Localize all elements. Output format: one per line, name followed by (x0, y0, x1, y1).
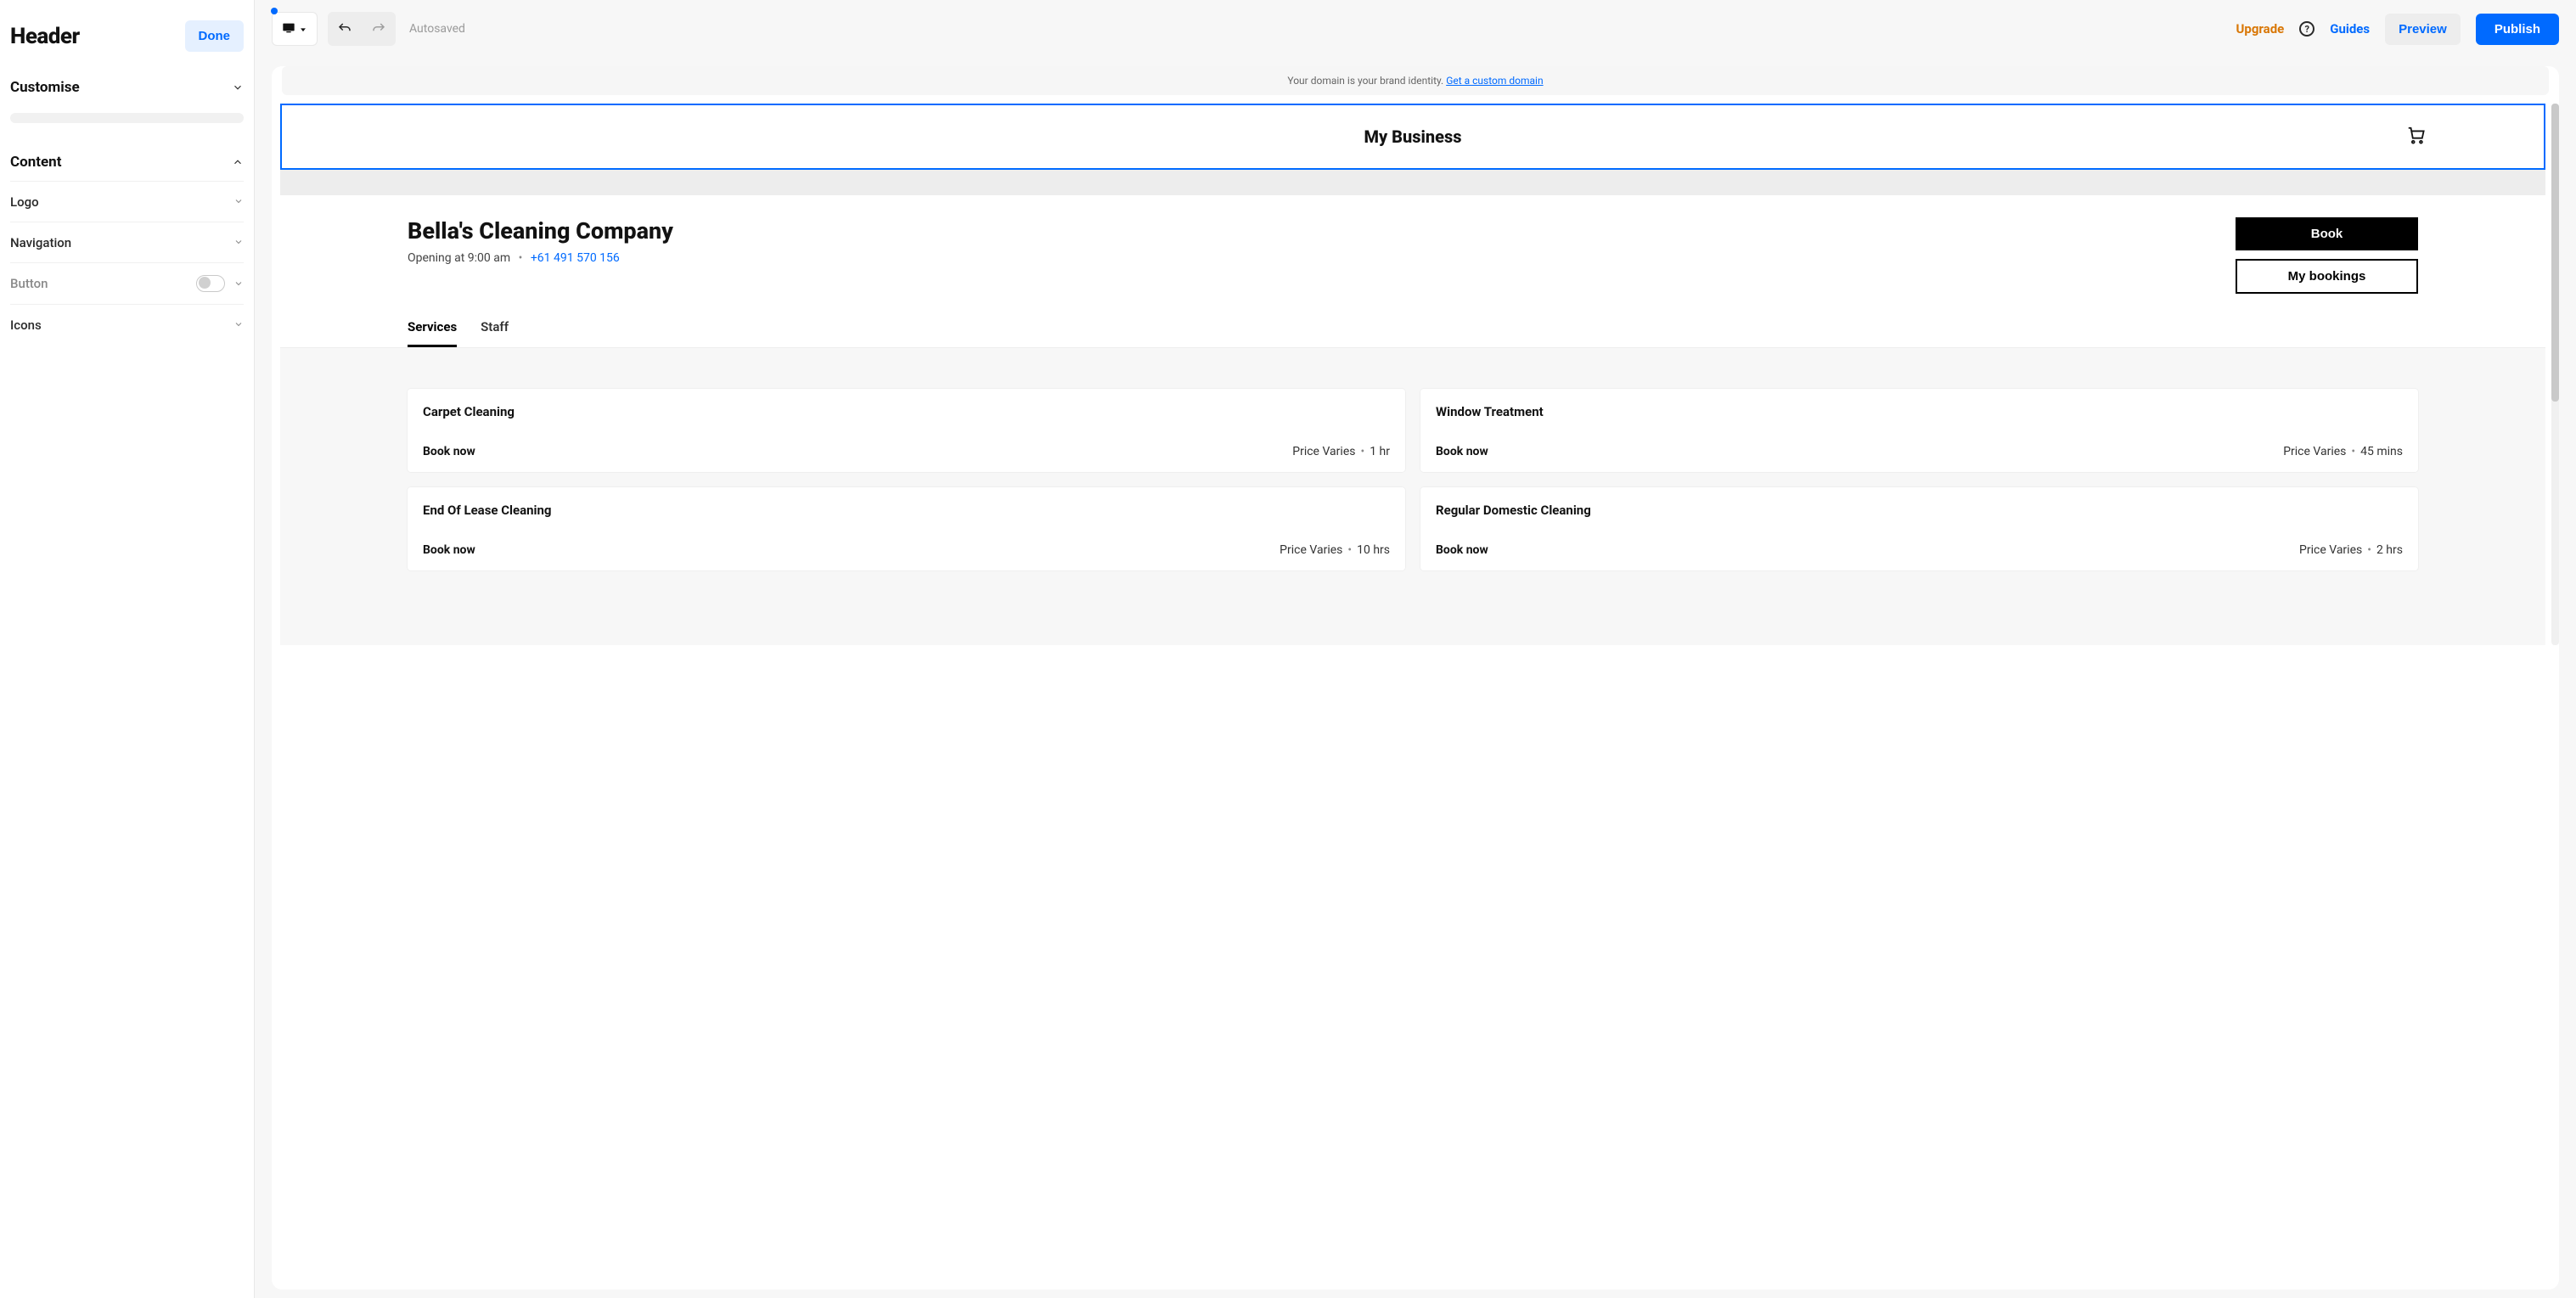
service-card[interactable]: Carpet Cleaning Book now Price Varies•1 … (408, 389, 1405, 472)
redo-button[interactable] (362, 12, 396, 46)
caret-down-icon (299, 21, 307, 37)
book-now-link[interactable]: Book now (423, 543, 475, 557)
separator-dot: • (519, 251, 523, 265)
business-name: Bella's Cleaning Company (408, 217, 673, 244)
content-row-icons[interactable]: Icons (10, 305, 244, 345)
banner-link[interactable]: Get a custom domain (1446, 75, 1543, 87)
service-card[interactable]: Window Treatment Book now Price Varies•4… (1420, 389, 2418, 472)
book-now-link[interactable]: Book now (1436, 543, 1488, 557)
service-duration: 1 hr (1370, 445, 1390, 458)
site-header-selected[interactable]: My Business (280, 104, 2545, 170)
business-phone[interactable]: +61 491 570 156 (531, 251, 620, 265)
publish-button[interactable]: Publish (2476, 14, 2559, 45)
opening-time: Opening at 9:00 am (408, 251, 510, 265)
button-toggle[interactable] (196, 275, 225, 292)
guides-link[interactable]: Guides (2330, 21, 2370, 37)
topbar: Autosaved Upgrade ? Guides Preview Publi… (255, 0, 2576, 58)
content-row-logo[interactable]: Logo (10, 182, 244, 222)
service-price: Price Varies (2299, 543, 2362, 557)
tab-services[interactable]: Services (408, 319, 457, 347)
autosaved-label: Autosaved (409, 22, 465, 36)
cart-icon[interactable] (2406, 126, 2425, 148)
service-duration: 10 hrs (1357, 543, 1390, 557)
customise-section-toggle[interactable]: Customise (10, 69, 244, 106)
done-button[interactable]: Done (185, 20, 245, 52)
service-title: Window Treatment (1436, 404, 2403, 419)
placeholder-bar (10, 113, 244, 123)
chevron-down-icon (232, 81, 244, 93)
row-label: Logo (10, 194, 39, 210)
row-label: Navigation (10, 235, 71, 250)
service-title: Carpet Cleaning (423, 404, 1390, 419)
preview-scrollbar[interactable] (2551, 104, 2559, 645)
content-row-button[interactable]: Button (10, 263, 244, 305)
content-section-toggle[interactable]: Content (10, 143, 244, 181)
undo-button[interactable] (328, 12, 362, 46)
chevron-down-icon (233, 317, 244, 333)
gray-strip (280, 170, 2545, 195)
preview-button[interactable]: Preview (2385, 14, 2461, 45)
chevron-down-icon (233, 276, 244, 292)
book-now-link[interactable]: Book now (1436, 445, 1488, 458)
content-label: Content (10, 154, 61, 171)
service-price: Price Varies (1280, 543, 1342, 557)
my-bookings-button[interactable]: My bookings (2236, 259, 2418, 294)
chevron-down-icon (233, 194, 244, 210)
service-duration: 2 hrs (2376, 543, 2403, 557)
customise-label: Customise (10, 79, 80, 96)
content-row-navigation[interactable]: Navigation (10, 222, 244, 263)
preview-canvas: Your domain is your brand identity. Get … (272, 66, 2559, 1290)
service-card[interactable]: Regular Domestic Cleaning Book now Price… (1420, 487, 2418, 570)
tab-staff[interactable]: Staff (481, 319, 509, 347)
banner-text: Your domain is your brand identity. (1287, 75, 1446, 87)
domain-banner: Your domain is your brand identity. Get … (282, 66, 2549, 95)
chevron-down-icon (233, 234, 244, 250)
sidebar-title: Header (10, 24, 80, 49)
site-brand: My Business (1364, 126, 1461, 147)
help-icon[interactable]: ? (2299, 21, 2314, 37)
service-price: Price Varies (1292, 445, 1355, 458)
book-button[interactable]: Book (2236, 217, 2418, 250)
upgrade-link[interactable]: Upgrade (2236, 21, 2285, 37)
scrollbar-thumb[interactable] (2551, 104, 2559, 402)
service-card[interactable]: End Of Lease Cleaning Book now Price Var… (408, 487, 1405, 570)
service-price: Price Varies (2283, 445, 2346, 458)
chevron-up-icon (232, 156, 244, 168)
service-title: Regular Domestic Cleaning (1436, 503, 2403, 518)
sidebar: Header Done Customise Content Logo Navig… (0, 0, 255, 1298)
service-duration: 45 mins (2360, 445, 2403, 458)
desktop-icon (282, 21, 295, 37)
row-label: Button (10, 276, 48, 291)
row-label: Icons (10, 317, 42, 333)
device-selector[interactable] (272, 12, 318, 46)
book-now-link[interactable]: Book now (423, 445, 475, 458)
main-area: Autosaved Upgrade ? Guides Preview Publi… (255, 0, 2576, 1298)
service-title: End Of Lease Cleaning (423, 503, 1390, 518)
